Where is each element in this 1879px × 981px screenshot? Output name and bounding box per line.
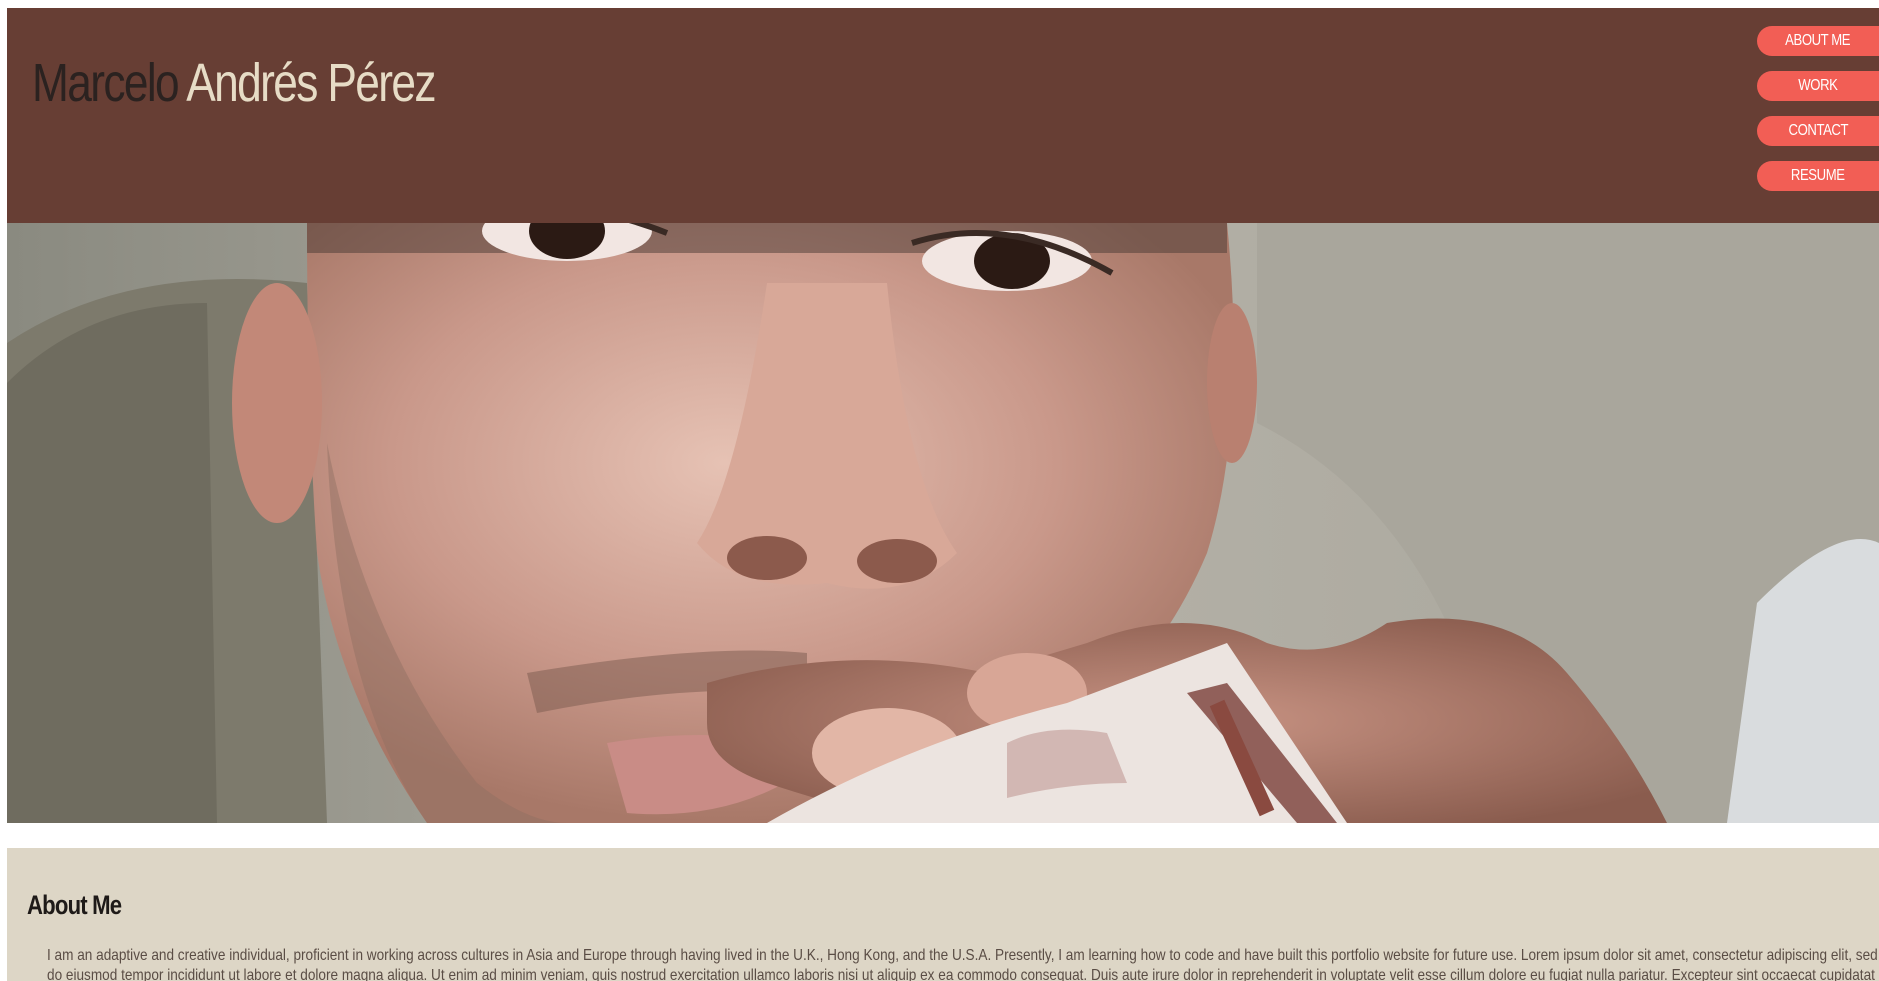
nav-contact-label: CONTACT [1788, 122, 1848, 139]
hero-photo [7, 223, 1879, 823]
about-text: I am an adaptive and creative individual… [47, 947, 1878, 981]
nav-about-me-label: ABOUT ME [1785, 32, 1851, 49]
site-header: Marcelo Andrés Pérez ABOUT ME WORK CONTA… [7, 8, 1879, 223]
page: Marcelo Andrés Pérez ABOUT ME WORK CONTA… [0, 0, 1879, 981]
nav-contact[interactable]: CONTACT [1757, 116, 1879, 146]
nav-about-me[interactable]: ABOUT ME [1757, 26, 1879, 56]
nav-work-label: WORK [1798, 77, 1838, 94]
portrait-image [7, 223, 1879, 823]
first-name: Marcelo [32, 53, 180, 113]
last-name: Andrés Pérez [186, 53, 436, 113]
nav-work[interactable]: WORK [1757, 71, 1879, 101]
main-nav: ABOUT ME WORK CONTACT RESUME [1757, 26, 1879, 191]
nav-resume-label: RESUME [1791, 167, 1845, 184]
about-section: About Me I am an adaptive and creative i… [7, 848, 1879, 981]
about-title: About Me [27, 890, 122, 920]
nav-resume[interactable]: RESUME [1757, 161, 1879, 191]
site-name[interactable]: Marcelo Andrés Pérez [32, 52, 436, 114]
